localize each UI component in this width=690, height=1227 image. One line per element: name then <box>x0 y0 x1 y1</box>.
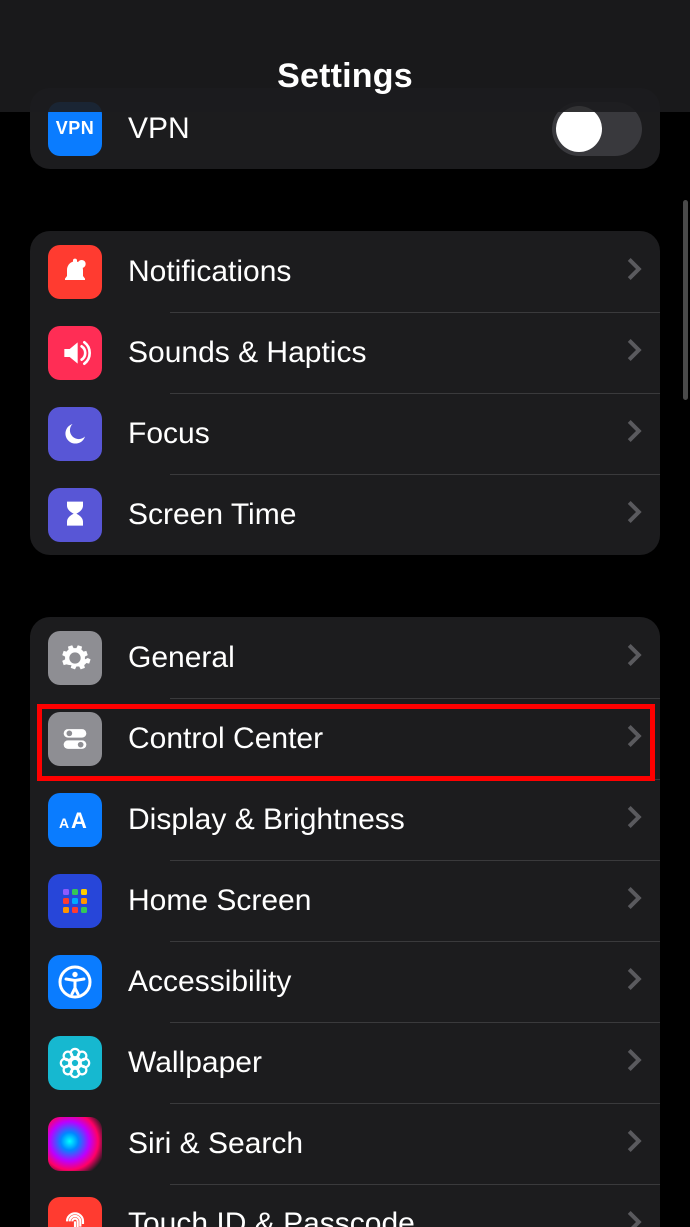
settings-row-notifications[interactable]: Notifications <box>30 231 660 312</box>
row-label: Notifications <box>128 255 618 289</box>
chevron-right-icon <box>626 885 642 916</box>
row-label: Wallpaper <box>128 1046 618 1080</box>
row-label: Accessibility <box>128 965 618 999</box>
chevron-right-icon <box>626 1209 642 1227</box>
fingerprint-icon <box>48 1197 102 1227</box>
row-label: Display & Brightness <box>128 803 618 837</box>
navbar: Settings <box>0 0 690 112</box>
accessibility-icon <box>48 955 102 1009</box>
row-label: Sounds & Haptics <box>128 336 618 370</box>
row-label: Focus <box>128 417 618 451</box>
chevron-right-icon <box>626 499 642 530</box>
row-label: General <box>128 641 618 675</box>
settings-scroll[interactable]: vpn VPN Notifications Sounds & Haptics <box>0 0 690 1227</box>
settings-row-controlcenter[interactable]: Control Center <box>30 698 660 779</box>
speaker-icon <box>48 326 102 380</box>
settings-row-touchid[interactable]: Touch ID & Passcode <box>30 1184 660 1227</box>
chevron-right-icon <box>626 966 642 997</box>
settings-group-device: General Control Center AA Display & Brig… <box>30 617 660 1227</box>
row-label: Control Center <box>128 722 618 756</box>
row-label: Touch ID & Passcode <box>128 1207 618 1227</box>
chevron-right-icon <box>626 337 642 368</box>
settings-row-accessibility[interactable]: Accessibility <box>30 941 660 1022</box>
page-title: Settings <box>277 57 413 96</box>
gear-icon <box>48 631 102 685</box>
row-label: Screen Time <box>128 498 618 532</box>
settings-row-screentime[interactable]: Screen Time <box>30 474 660 555</box>
chevron-right-icon <box>626 1128 642 1159</box>
chevron-right-icon <box>626 642 642 673</box>
chevron-right-icon <box>626 804 642 835</box>
chevron-right-icon <box>626 1047 642 1078</box>
row-label: Siri & Search <box>128 1127 618 1161</box>
chevron-right-icon <box>626 723 642 754</box>
siri-icon <box>48 1117 102 1171</box>
settings-row-homescreen[interactable]: Home Screen <box>30 860 660 941</box>
settings-row-focus[interactable]: Focus <box>30 393 660 474</box>
settings-row-display[interactable]: AA Display & Brightness <box>30 779 660 860</box>
settings-group-attention: Notifications Sounds & Haptics Focus <box>30 231 660 555</box>
app-grid-icon <box>48 874 102 928</box>
settings-row-wallpaper[interactable]: Wallpaper <box>30 1022 660 1103</box>
switches-icon <box>48 712 102 766</box>
text-size-icon: AA <box>48 793 102 847</box>
moon-icon <box>48 407 102 461</box>
scrollbar[interactable] <box>683 200 688 400</box>
hourglass-icon <box>48 488 102 542</box>
chevron-right-icon <box>626 256 642 287</box>
settings-row-general[interactable]: General <box>30 617 660 698</box>
row-label: VPN <box>128 112 552 146</box>
svg-text:A: A <box>59 815 69 831</box>
chevron-right-icon <box>626 418 642 449</box>
settings-row-sounds[interactable]: Sounds & Haptics <box>30 312 660 393</box>
flower-icon <box>48 1036 102 1090</box>
bell-icon <box>48 245 102 299</box>
row-label: Home Screen <box>128 884 618 918</box>
settings-row-siri[interactable]: Siri & Search <box>30 1103 660 1184</box>
svg-text:A: A <box>71 808 87 833</box>
